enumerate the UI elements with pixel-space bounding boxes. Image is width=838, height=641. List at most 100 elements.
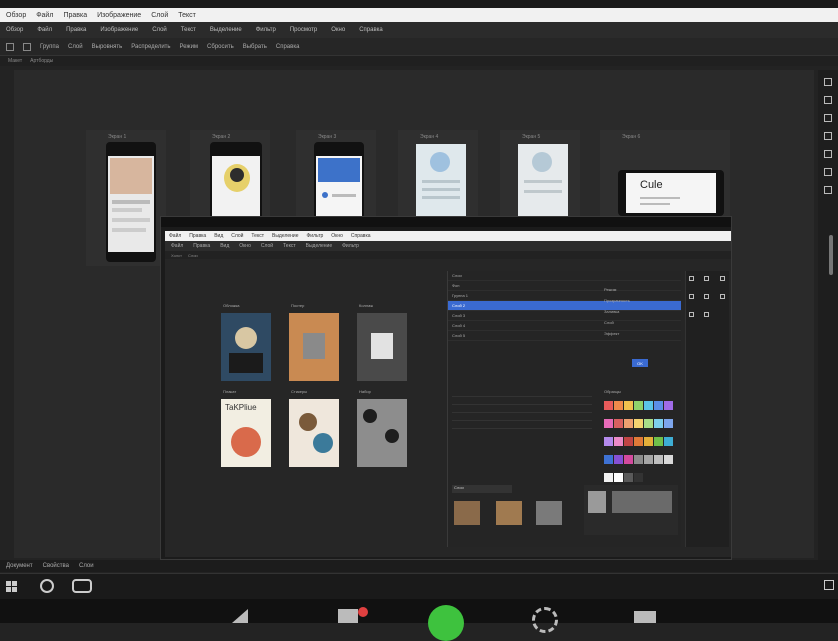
color-swatch[interactable] — [654, 401, 663, 410]
app-menu-1[interactable]: Файл — [36, 12, 53, 19]
artboard-1[interactable]: Экран 1 — [86, 130, 166, 266]
color-swatch[interactable] — [664, 437, 673, 446]
nested-submenu-4[interactable]: Слой — [261, 243, 273, 249]
nested-tab-1[interactable]: Слои — [188, 253, 198, 258]
loading-icon[interactable] — [532, 607, 558, 633]
app-icon[interactable] — [634, 611, 656, 623]
nested-menu-4[interactable]: Текст — [251, 233, 264, 239]
color-swatch[interactable] — [624, 401, 633, 410]
color-swatch[interactable] — [604, 455, 613, 464]
status-item[interactable]: Свойства — [43, 563, 69, 569]
thumbnail[interactable] — [496, 501, 522, 525]
move-tool-icon[interactable] — [6, 42, 14, 51]
nested-menu-1[interactable]: Правка — [189, 233, 206, 239]
color-swatch[interactable] — [624, 419, 633, 428]
menu-item-7[interactable]: Фильтр — [256, 27, 276, 33]
doc-tab-0[interactable]: Макет — [8, 58, 22, 64]
tool-icon[interactable] — [689, 294, 694, 299]
nested-submenu-7[interactable]: Фильтр — [342, 243, 359, 249]
color-swatch[interactable] — [644, 419, 653, 428]
color-swatch[interactable] — [624, 455, 633, 464]
toolbar-item-4[interactable]: Режим — [180, 44, 199, 50]
nested-menu-0[interactable]: Файл — [169, 233, 181, 239]
search-icon[interactable] — [40, 579, 54, 593]
color-swatch[interactable] — [614, 455, 623, 464]
menu-item-2[interactable]: Правка — [66, 27, 86, 33]
tool-icon[interactable] — [689, 276, 694, 281]
panel-icon[interactable] — [824, 168, 832, 176]
menu-item-5[interactable]: Текст — [181, 27, 196, 33]
menu-item-10[interactable]: Справка — [359, 27, 383, 33]
color-swatch[interactable] — [624, 437, 633, 446]
design-card[interactable] — [289, 313, 339, 381]
color-swatch[interactable] — [634, 473, 643, 482]
tool-icon[interactable] — [704, 294, 710, 299]
menu-item-6[interactable]: Выделение — [210, 27, 242, 33]
notification-icon[interactable] — [824, 580, 834, 590]
design-card[interactable] — [357, 313, 407, 381]
nested-submenu-3[interactable]: Окно — [239, 243, 251, 249]
color-swatch[interactable] — [634, 437, 643, 446]
app-menu-5[interactable]: Текст — [178, 12, 196, 19]
color-swatch[interactable] — [654, 437, 663, 446]
artboard-6[interactable]: Экран 6 Cule — [600, 130, 730, 220]
color-swatch[interactable] — [604, 437, 613, 446]
vertical-scrollbar[interactable] — [829, 235, 833, 275]
artboard-3[interactable]: Экран 3 — [296, 130, 376, 220]
color-swatch[interactable] — [604, 473, 613, 482]
color-swatch[interactable] — [624, 473, 633, 482]
nested-menu-6[interactable]: Фильтр — [307, 233, 324, 239]
app-menu-0[interactable]: Обзор — [6, 12, 26, 19]
color-swatch[interactable] — [634, 455, 643, 464]
menu-item-8[interactable]: Просмотр — [290, 27, 317, 33]
back-icon[interactable] — [232, 609, 248, 623]
tool-icon[interactable] — [689, 312, 694, 317]
color-swatch[interactable] — [644, 401, 653, 410]
nested-submenu-0[interactable]: Файл — [171, 243, 183, 249]
toolbar-item-7[interactable]: Справка — [276, 44, 300, 50]
nested-menu-3[interactable]: Слой — [231, 233, 243, 239]
nested-submenu-2[interactable]: Вид — [220, 243, 229, 249]
tool-icon[interactable] — [704, 312, 710, 317]
color-swatch[interactable] — [634, 401, 643, 410]
artboard-5[interactable]: Экран 5 — [500, 130, 580, 220]
nested-menu-8[interactable]: Справка — [351, 233, 371, 239]
design-card[interactable] — [357, 399, 407, 467]
color-swatch[interactable] — [664, 401, 673, 410]
tool-icon[interactable] — [704, 276, 710, 281]
nested-submenu-1[interactable]: Правка — [193, 243, 210, 249]
tool-icon[interactable] — [719, 294, 725, 299]
nested-tab-0[interactable]: Холст — [171, 253, 182, 258]
color-swatch[interactable] — [664, 455, 673, 464]
color-swatch[interactable] — [614, 401, 623, 410]
app-menu-3[interactable]: Изображение — [97, 12, 141, 19]
thumbnail[interactable] — [454, 501, 480, 525]
status-item[interactable]: Документ — [6, 563, 33, 569]
toolbar-item-5[interactable]: Сбросить — [207, 44, 234, 50]
panel-icon[interactable] — [824, 150, 832, 158]
toolbar-item-1[interactable]: Слой — [68, 44, 83, 50]
menu-item-1[interactable]: Файл — [37, 27, 52, 33]
toolbar-item-6[interactable]: Выбрать — [243, 44, 267, 50]
thumbnail[interactable] — [536, 501, 562, 525]
app-menu-2[interactable]: Правка — [63, 12, 87, 19]
panel-icon[interactable] — [824, 96, 832, 104]
design-card[interactable]: TaKPliue — [221, 399, 271, 467]
menu-item-9[interactable]: Окно — [331, 27, 345, 33]
nested-submenu-6[interactable]: Выделение — [306, 243, 333, 249]
color-swatch[interactable] — [614, 473, 623, 482]
call-icon[interactable] — [428, 605, 464, 641]
doc-tab-1[interactable]: Артборды — [30, 58, 53, 64]
bottom-tab[interactable]: Слои — [452, 485, 512, 493]
menu-item-3[interactable]: Изображение — [100, 27, 138, 33]
artboard-2[interactable]: Экран 2 — [190, 130, 270, 220]
color-swatch[interactable] — [664, 419, 673, 428]
color-swatch[interactable] — [604, 401, 613, 410]
panel-icon[interactable] — [824, 114, 832, 122]
color-swatch[interactable] — [604, 419, 613, 428]
panel-icon[interactable] — [824, 78, 832, 86]
ok-button[interactable]: OK — [632, 359, 648, 367]
color-swatch[interactable] — [654, 419, 663, 428]
toolbar-item-2[interactable]: Выровнять — [92, 44, 123, 50]
app-menu-4[interactable]: Слой — [151, 12, 168, 19]
